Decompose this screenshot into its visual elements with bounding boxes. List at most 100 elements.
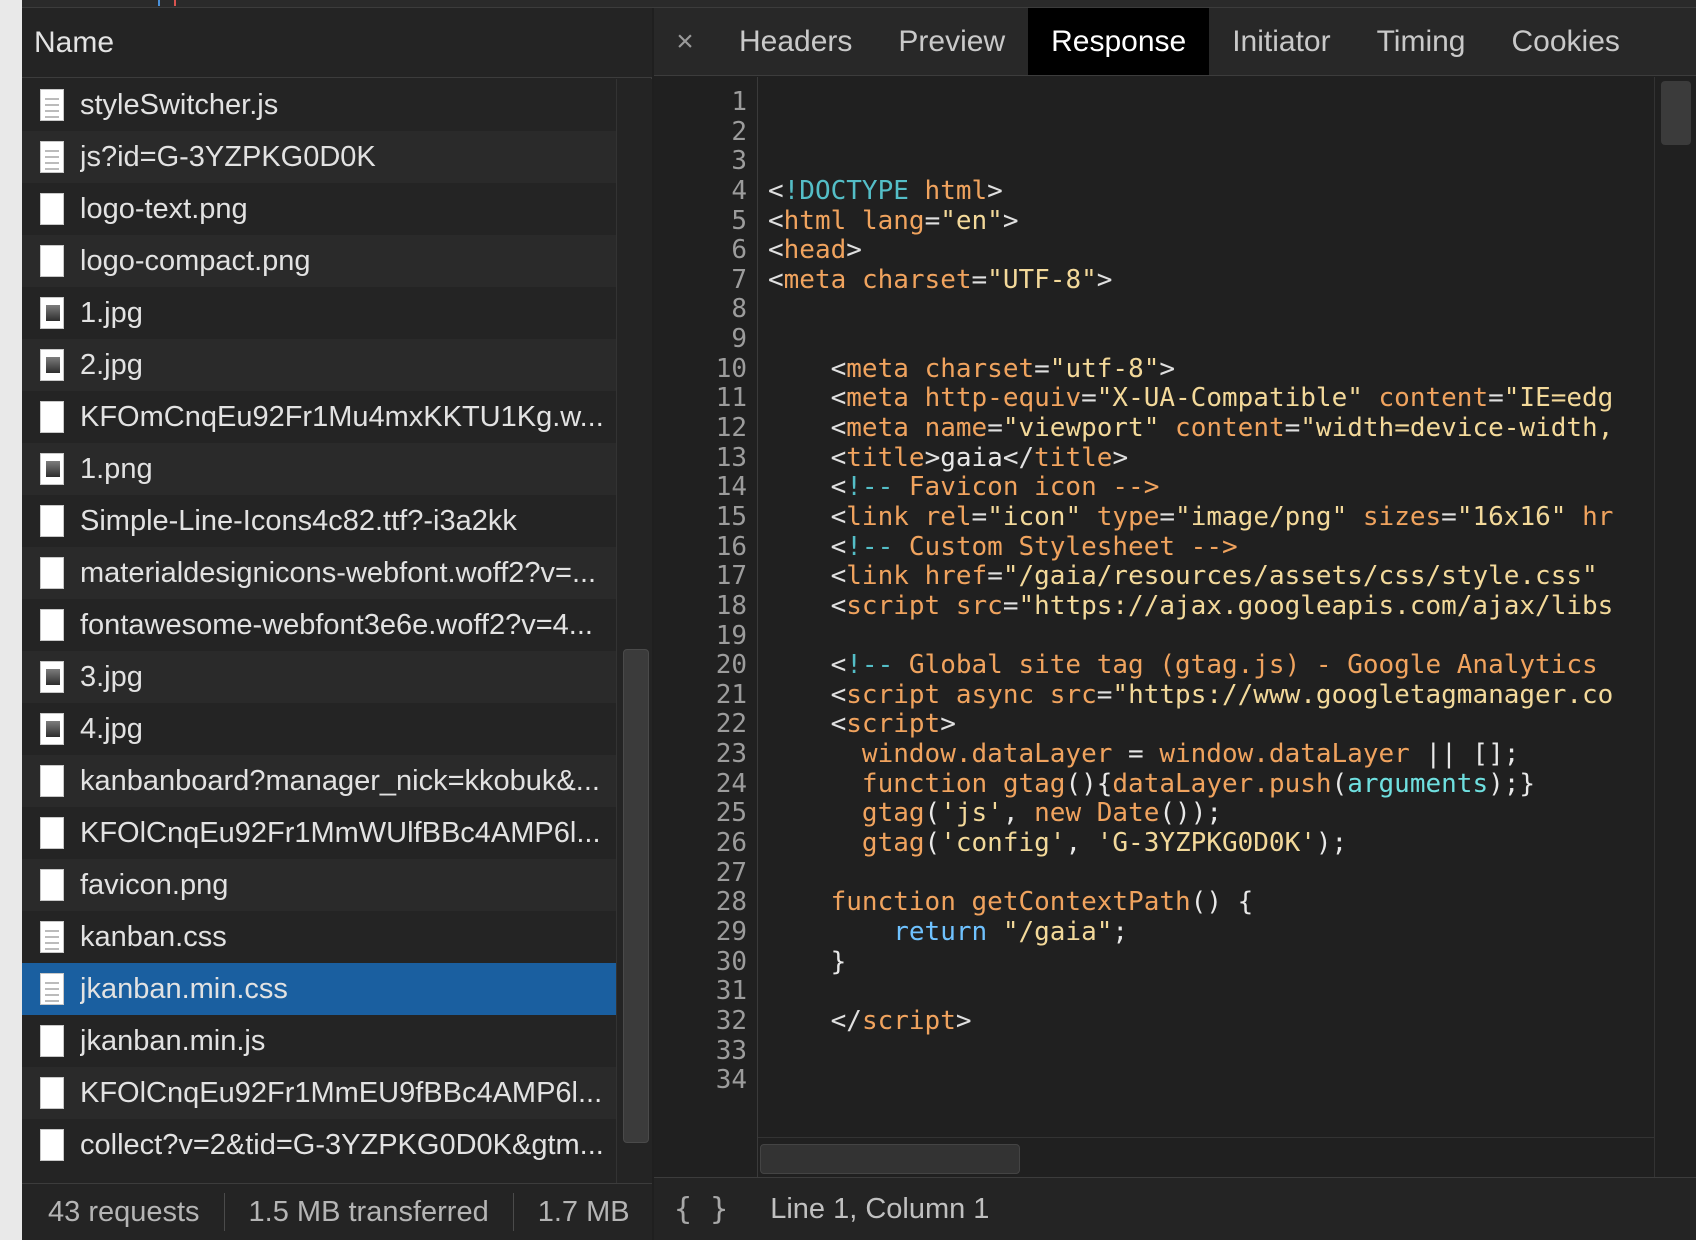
request-row[interactable]: js?id=G-3YZPKG0D0K bbox=[22, 131, 616, 183]
tab-response[interactable]: Response bbox=[1028, 8, 1210, 75]
code-token: content bbox=[1175, 413, 1285, 444]
request-row[interactable]: styleSwitcher.js bbox=[22, 79, 616, 131]
request-row[interactable]: logo-compact.png bbox=[22, 235, 616, 287]
response-vertical-scrollbar[interactable] bbox=[1654, 77, 1696, 1177]
code-token: rel bbox=[924, 501, 972, 532]
tab-preview[interactable]: Preview bbox=[875, 8, 1028, 75]
document-icon bbox=[40, 141, 64, 173]
request-row[interactable]: fontawesome-webfont3e6e.woff2?v=4... bbox=[22, 599, 616, 651]
line-number: 5 bbox=[731, 205, 747, 236]
name-column-header[interactable]: Name bbox=[22, 8, 652, 78]
request-row[interactable]: kanbanboard?manager_nick=kkobuk&... bbox=[22, 755, 616, 807]
request-row[interactable]: KFOmCnqEu92Fr1Mu4mxKKTU1Kg.w... bbox=[22, 391, 616, 443]
request-row[interactable]: favicon.png bbox=[22, 859, 616, 911]
request-name: materialdesignicons-webfont.woff2?v=... bbox=[80, 556, 597, 589]
code-token: > bbox=[924, 442, 941, 473]
request-name: js?id=G-3YZPKG0D0K bbox=[80, 140, 376, 173]
close-detail-button[interactable]: × bbox=[654, 8, 716, 75]
code-token: 'js' bbox=[940, 798, 1003, 829]
tab-cookies[interactable]: Cookies bbox=[1489, 8, 1643, 75]
request-row[interactable]: logo-text.png bbox=[22, 183, 616, 235]
request-count: 43 requests bbox=[48, 1195, 200, 1228]
code-token: gaia bbox=[940, 442, 1003, 473]
request-row[interactable]: KFOlCnqEu92Fr1MmWUlfBBc4AMP6l... bbox=[22, 807, 616, 859]
document-icon bbox=[40, 89, 64, 121]
response-source[interactable]: <!DOCTYPE html> <html lang="en"> <head> <me… bbox=[768, 88, 1648, 1158]
request-row[interactable]: KFOlCnqEu92Fr1MmEU9fBBc4AMP6l... bbox=[22, 1067, 616, 1119]
line-number: 19 bbox=[715, 620, 747, 651]
code-token: > bbox=[955, 1005, 972, 1036]
code-token: arguments bbox=[1347, 768, 1489, 799]
request-row[interactable]: 1.png bbox=[22, 443, 616, 495]
request-row[interactable]: kanban.css bbox=[22, 911, 616, 963]
code-token: charset bbox=[861, 264, 972, 295]
request-row[interactable]: materialdesignicons-webfont.woff2?v=... bbox=[22, 547, 616, 599]
document-icon bbox=[40, 973, 64, 1005]
line-number: 27 bbox=[715, 857, 747, 888]
source-line: gtag('config', 'G-3YZPKG0D0K'); bbox=[768, 828, 1648, 859]
source-line bbox=[768, 1037, 1648, 1067]
code-token: script bbox=[846, 709, 941, 740]
request-list-scrollbar-thumb[interactable] bbox=[623, 649, 649, 1143]
code-token: < bbox=[830, 709, 847, 740]
code-token: gtag bbox=[1002, 768, 1066, 799]
code-token: = bbox=[924, 205, 941, 236]
code-token: "https://ajax.googleapis.com/ajax/libs bbox=[1018, 590, 1614, 621]
response-vertical-scrollbar-thumb[interactable] bbox=[1661, 81, 1691, 145]
source-line: <link rel="icon" type="image/png" sizes=… bbox=[768, 501, 1648, 533]
request-row[interactable]: 4.jpg bbox=[22, 703, 616, 755]
response-viewer[interactable]: 1 2 3 4 5 6 7 8 9 10 11 12 13 14 15 16 17 18 19 20 21 22 23 24 2… bbox=[654, 77, 1696, 1177]
source-line: <meta charset="UTF-8"> bbox=[768, 264, 1648, 296]
code-token: sizes bbox=[1362, 501, 1442, 532]
code-token: < bbox=[830, 679, 847, 710]
tab-headers[interactable]: Headers bbox=[716, 8, 875, 75]
request-row[interactable]: Simple-Line-Icons4c82.ttf?-i3a2kk bbox=[22, 495, 616, 547]
source-line: <title>gaia</title> bbox=[768, 442, 1648, 474]
code-token: !-- bbox=[846, 650, 894, 681]
response-horizontal-scrollbar-thumb[interactable] bbox=[760, 1144, 1020, 1174]
code-token: http-equiv bbox=[924, 383, 1082, 414]
code-token: = bbox=[971, 264, 988, 295]
source-line bbox=[768, 295, 1648, 325]
code-token: meta bbox=[783, 264, 847, 295]
line-number: 15 bbox=[715, 501, 747, 532]
tab-timing[interactable]: Timing bbox=[1354, 8, 1489, 75]
request-list: styleSwitcher.js js?id=G-3YZPKG0D0K logo-t… bbox=[22, 79, 616, 1183]
source-line: <meta http-equiv="X-UA-Compatible" conte… bbox=[768, 384, 1648, 414]
pretty-print-button[interactable]: { } bbox=[674, 1192, 728, 1227]
response-horizontal-scrollbar[interactable] bbox=[758, 1137, 1654, 1177]
request-list-scrollbar[interactable] bbox=[616, 79, 652, 1183]
code-token: ; bbox=[1112, 916, 1129, 947]
code-token: function bbox=[830, 887, 956, 918]
request-row[interactable]: 2.jpg bbox=[22, 339, 616, 391]
request-row[interactable]: 1.jpg bbox=[22, 287, 616, 339]
code-token: meta bbox=[846, 383, 909, 414]
line-number: 16 bbox=[715, 531, 747, 562]
tab-initiator[interactable]: Initiator bbox=[1209, 8, 1353, 75]
code-token: "utf-8" bbox=[1049, 353, 1160, 384]
code-token: > bbox=[846, 235, 862, 266]
code-token: head bbox=[783, 235, 847, 266]
request-row[interactable]: 3.jpg bbox=[22, 651, 616, 703]
request-row[interactable]: jkanban.min.js bbox=[22, 1015, 616, 1067]
code-token: < bbox=[768, 264, 784, 295]
code-token: type bbox=[1096, 501, 1160, 532]
line-number: 32 bbox=[715, 1005, 747, 1036]
timeline-marker-red bbox=[174, 0, 176, 6]
request-row[interactable]: jkanban.min.css bbox=[22, 963, 616, 1015]
code-token: > bbox=[1002, 205, 1019, 236]
request-name: KFOmCnqEu92Fr1Mu4mxKKTU1Kg.w... bbox=[80, 400, 604, 433]
source-line: </script> bbox=[768, 1005, 1648, 1037]
request-row[interactable]: collect?v=2&tid=G-3YZPKG0D0K&gtm... bbox=[22, 1119, 616, 1171]
code-token: = bbox=[1081, 383, 1097, 414]
close-icon: × bbox=[676, 24, 694, 58]
